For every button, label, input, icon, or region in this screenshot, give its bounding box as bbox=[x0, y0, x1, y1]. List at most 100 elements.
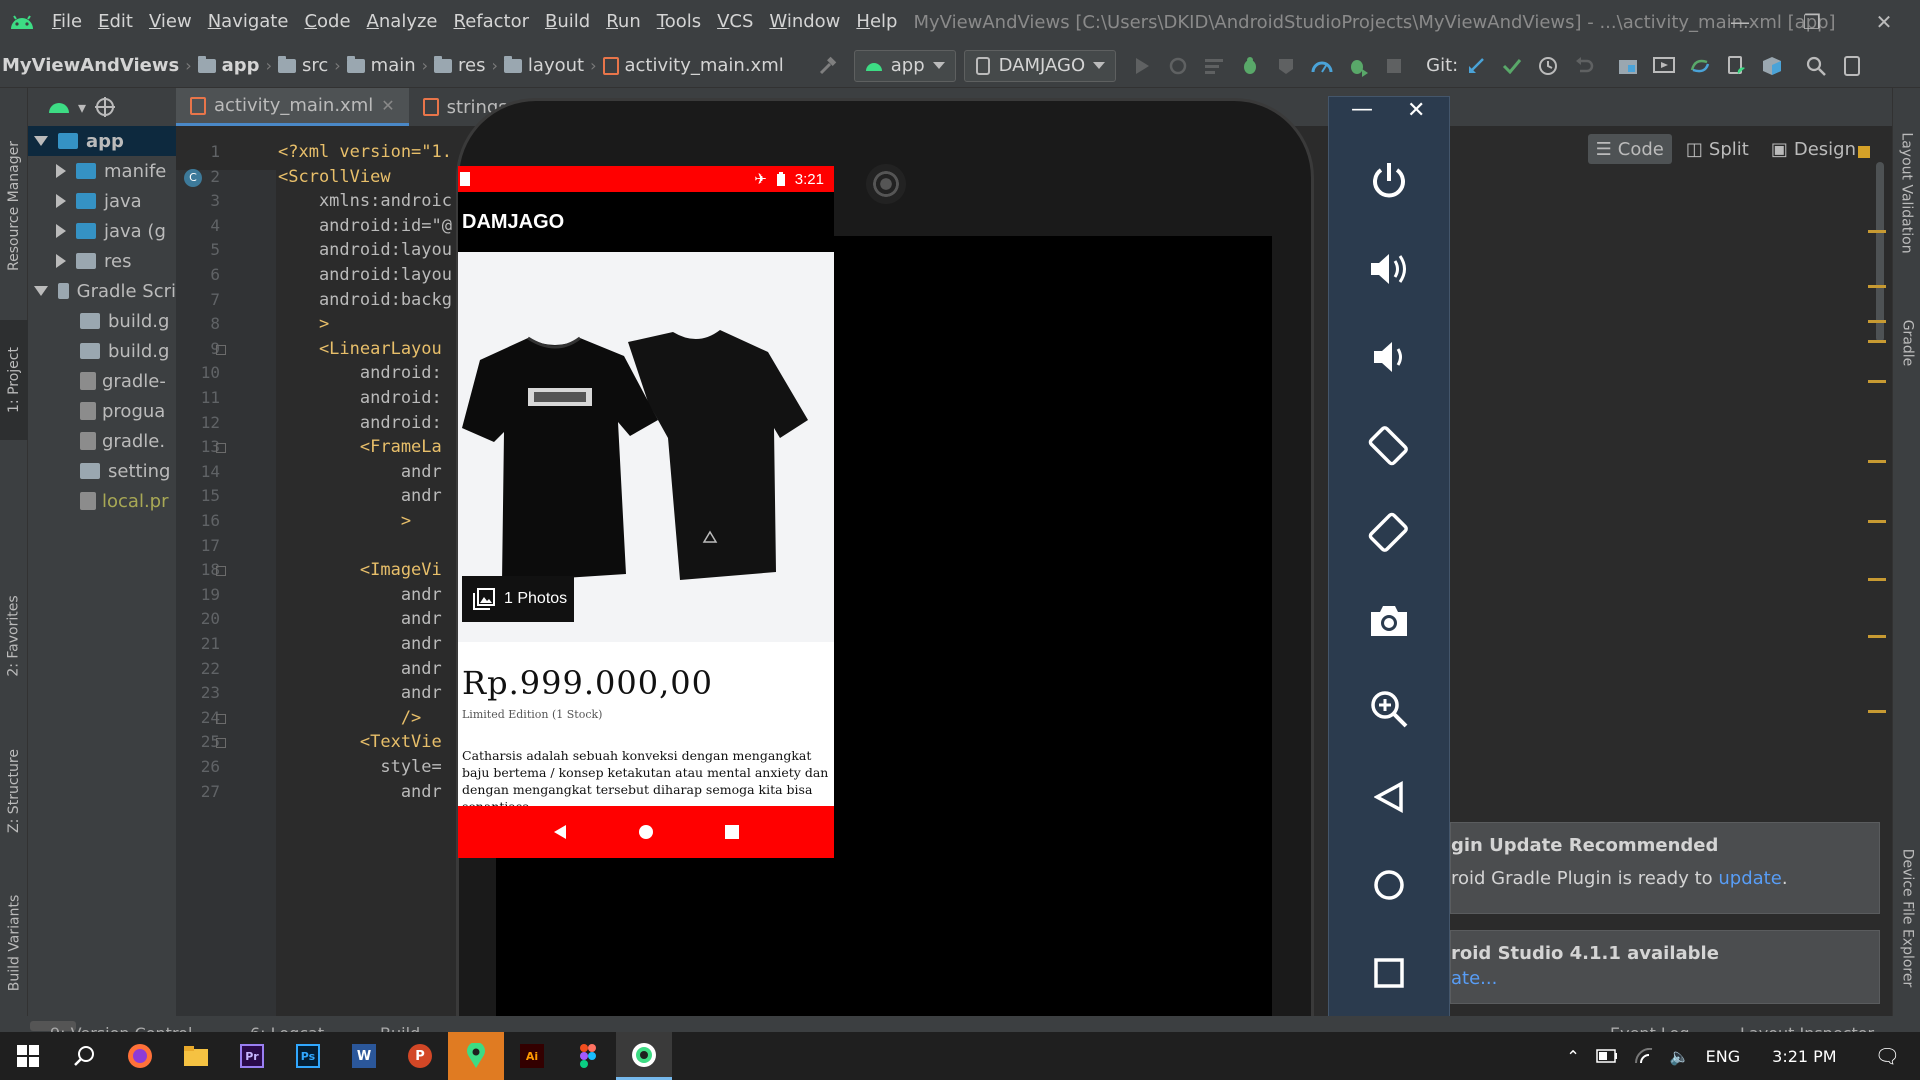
fold-icon[interactable] bbox=[216, 344, 226, 355]
wifi-icon[interactable] bbox=[1634, 1048, 1654, 1064]
warning-stripe-icon[interactable] bbox=[1868, 520, 1886, 523]
expand-right-icon[interactable] bbox=[56, 194, 66, 208]
powerpoint-app[interactable]: P bbox=[392, 1032, 448, 1080]
tree-item[interactable]: res bbox=[28, 246, 176, 276]
tree-item[interactable]: setting bbox=[28, 456, 176, 486]
tree-item[interactable]: local.pr bbox=[28, 486, 176, 516]
zoom-button[interactable] bbox=[1329, 679, 1449, 739]
tree-item[interactable]: build.g bbox=[28, 336, 176, 366]
clock[interactable]: 3:21 PM bbox=[1772, 1047, 1836, 1066]
expand-right-icon[interactable] bbox=[56, 164, 66, 178]
device-manager-icon[interactable] bbox=[1718, 48, 1754, 84]
restore-icon[interactable]: ❐ bbox=[1776, 0, 1848, 44]
code-line[interactable]: andr bbox=[278, 683, 442, 703]
code-line[interactable]: android:layou bbox=[278, 265, 452, 285]
android-studio-app[interactable] bbox=[616, 1032, 672, 1080]
code-line[interactable]: andr bbox=[278, 609, 442, 629]
code-line[interactable]: android: bbox=[278, 413, 442, 433]
breadcrumb-src[interactable]: src bbox=[274, 55, 332, 76]
breadcrumb-file[interactable]: activity_main.xml bbox=[599, 55, 788, 76]
code-line[interactable]: style= bbox=[278, 757, 441, 777]
breadcrumb-app[interactable]: app bbox=[194, 55, 264, 76]
version-control-tab[interactable]: 9: Version Control bbox=[50, 1024, 192, 1032]
home-nav-icon[interactable] bbox=[638, 824, 654, 840]
menu-run[interactable]: Run bbox=[598, 0, 649, 44]
target-icon[interactable] bbox=[94, 96, 116, 118]
history-icon[interactable] bbox=[1530, 48, 1566, 84]
code-line[interactable]: <ImageVi bbox=[278, 560, 442, 580]
code-line[interactable]: xmlns:androic bbox=[278, 191, 452, 211]
menu-view[interactable]: View bbox=[141, 0, 200, 44]
debug-icon[interactable] bbox=[1232, 48, 1268, 84]
code-line[interactable]: andr bbox=[278, 585, 442, 605]
project-tab[interactable]: 1: Project bbox=[0, 320, 28, 440]
product-image[interactable]: 1 Photos bbox=[458, 252, 834, 642]
expand-down-icon[interactable] bbox=[34, 136, 48, 146]
search-button[interactable] bbox=[56, 1032, 112, 1080]
menu-edit[interactable]: Edit bbox=[90, 0, 141, 44]
menu-tools[interactable]: Tools bbox=[649, 0, 709, 44]
screenshot-button[interactable] bbox=[1329, 591, 1449, 651]
editor-scrollbar[interactable] bbox=[1876, 162, 1884, 342]
code-line[interactable]: > bbox=[278, 314, 329, 334]
layout-validation-tab[interactable]: Layout Validation bbox=[1893, 108, 1920, 278]
code-line[interactable]: andr bbox=[278, 462, 442, 482]
favorites-tab[interactable]: 2: Favorites bbox=[0, 576, 28, 696]
warning-stripe-icon[interactable] bbox=[1868, 460, 1886, 463]
tab-activity-main[interactable]: activity_main.xml ✕ bbox=[176, 88, 409, 126]
notifications-icon[interactable]: 🗨 bbox=[1875, 1044, 1900, 1068]
avd-manager-icon[interactable] bbox=[1646, 48, 1682, 84]
warning-stripe-icon[interactable] bbox=[1868, 285, 1886, 288]
split-mode-button[interactable]: ◫ Split bbox=[1678, 134, 1757, 164]
tree-item[interactable]: gradle- bbox=[28, 366, 176, 396]
warning-stripe-icon[interactable] bbox=[1868, 578, 1886, 581]
run-config-select[interactable]: app bbox=[853, 49, 956, 82]
project-structure-icon[interactable] bbox=[1610, 48, 1646, 84]
logcat-tab[interactable]: 6: Logcat bbox=[250, 1024, 324, 1032]
code-line[interactable]: <ScrollView bbox=[278, 167, 391, 187]
studio-update-notification[interactable]: roid Studio 4.1.1 available ate... bbox=[1450, 930, 1880, 1004]
home-button[interactable] bbox=[1329, 855, 1449, 915]
warning-stripe-icon[interactable] bbox=[1868, 230, 1886, 233]
expand-right-icon[interactable] bbox=[56, 254, 66, 268]
tree-item[interactable]: Gradle Scri bbox=[28, 276, 176, 306]
back-button[interactable] bbox=[1329, 767, 1449, 827]
resource-manager-tab[interactable]: Resource Manager bbox=[0, 106, 28, 306]
warning-stripe-icon[interactable] bbox=[1868, 380, 1886, 383]
breadcrumb-res[interactable]: res bbox=[430, 55, 489, 76]
breadcrumb-layout[interactable]: layout bbox=[500, 55, 588, 76]
warning-marker-icon[interactable] bbox=[1858, 146, 1870, 158]
expand-right-icon[interactable] bbox=[56, 224, 66, 238]
code-line[interactable]: andr bbox=[278, 486, 442, 506]
update-link[interactable]: update bbox=[1718, 868, 1781, 889]
warning-stripe-icon[interactable] bbox=[1868, 635, 1886, 638]
coverage-icon[interactable] bbox=[1268, 48, 1304, 84]
menu-window[interactable]: Window bbox=[761, 0, 848, 44]
code-line[interactable]: <TextVie bbox=[278, 732, 442, 752]
volume-down-button[interactable] bbox=[1329, 327, 1449, 387]
plugin-update-notification[interactable]: gin Update Recommended roid Gradle Plugi… bbox=[1450, 822, 1880, 914]
fold-icon[interactable] bbox=[216, 566, 226, 577]
view-chevron-icon[interactable]: ▾ bbox=[78, 98, 86, 117]
code-line[interactable]: andr bbox=[278, 659, 442, 679]
tree-item[interactable]: gradle. bbox=[28, 426, 176, 456]
fold-icon[interactable] bbox=[216, 713, 226, 724]
menu-analyze[interactable]: Analyze bbox=[359, 0, 446, 44]
minimize-icon[interactable]: — bbox=[1704, 0, 1776, 44]
rollback-icon[interactable] bbox=[1566, 48, 1602, 84]
figma-app[interactable] bbox=[560, 1032, 616, 1080]
overview-button[interactable] bbox=[1329, 943, 1449, 1003]
device-mirror-icon[interactable] bbox=[1834, 48, 1870, 84]
file-explorer-app[interactable] bbox=[168, 1032, 224, 1080]
back-nav-icon[interactable] bbox=[553, 824, 567, 840]
code-line[interactable]: android: bbox=[278, 388, 442, 408]
menu-help[interactable]: Help bbox=[848, 0, 905, 44]
tree-item[interactable]: progua bbox=[28, 396, 176, 426]
power-button[interactable] bbox=[1329, 151, 1449, 211]
build-tab[interactable]: Build bbox=[380, 1024, 420, 1032]
code-line[interactable]: <?xml version="1. bbox=[278, 142, 452, 162]
device-file-explorer-tab[interactable]: Device File Explorer bbox=[1893, 818, 1920, 1018]
menu-vcs[interactable]: VCS bbox=[709, 0, 761, 44]
tree-item[interactable]: java (g bbox=[28, 216, 176, 246]
word-app[interactable]: W bbox=[336, 1032, 392, 1080]
